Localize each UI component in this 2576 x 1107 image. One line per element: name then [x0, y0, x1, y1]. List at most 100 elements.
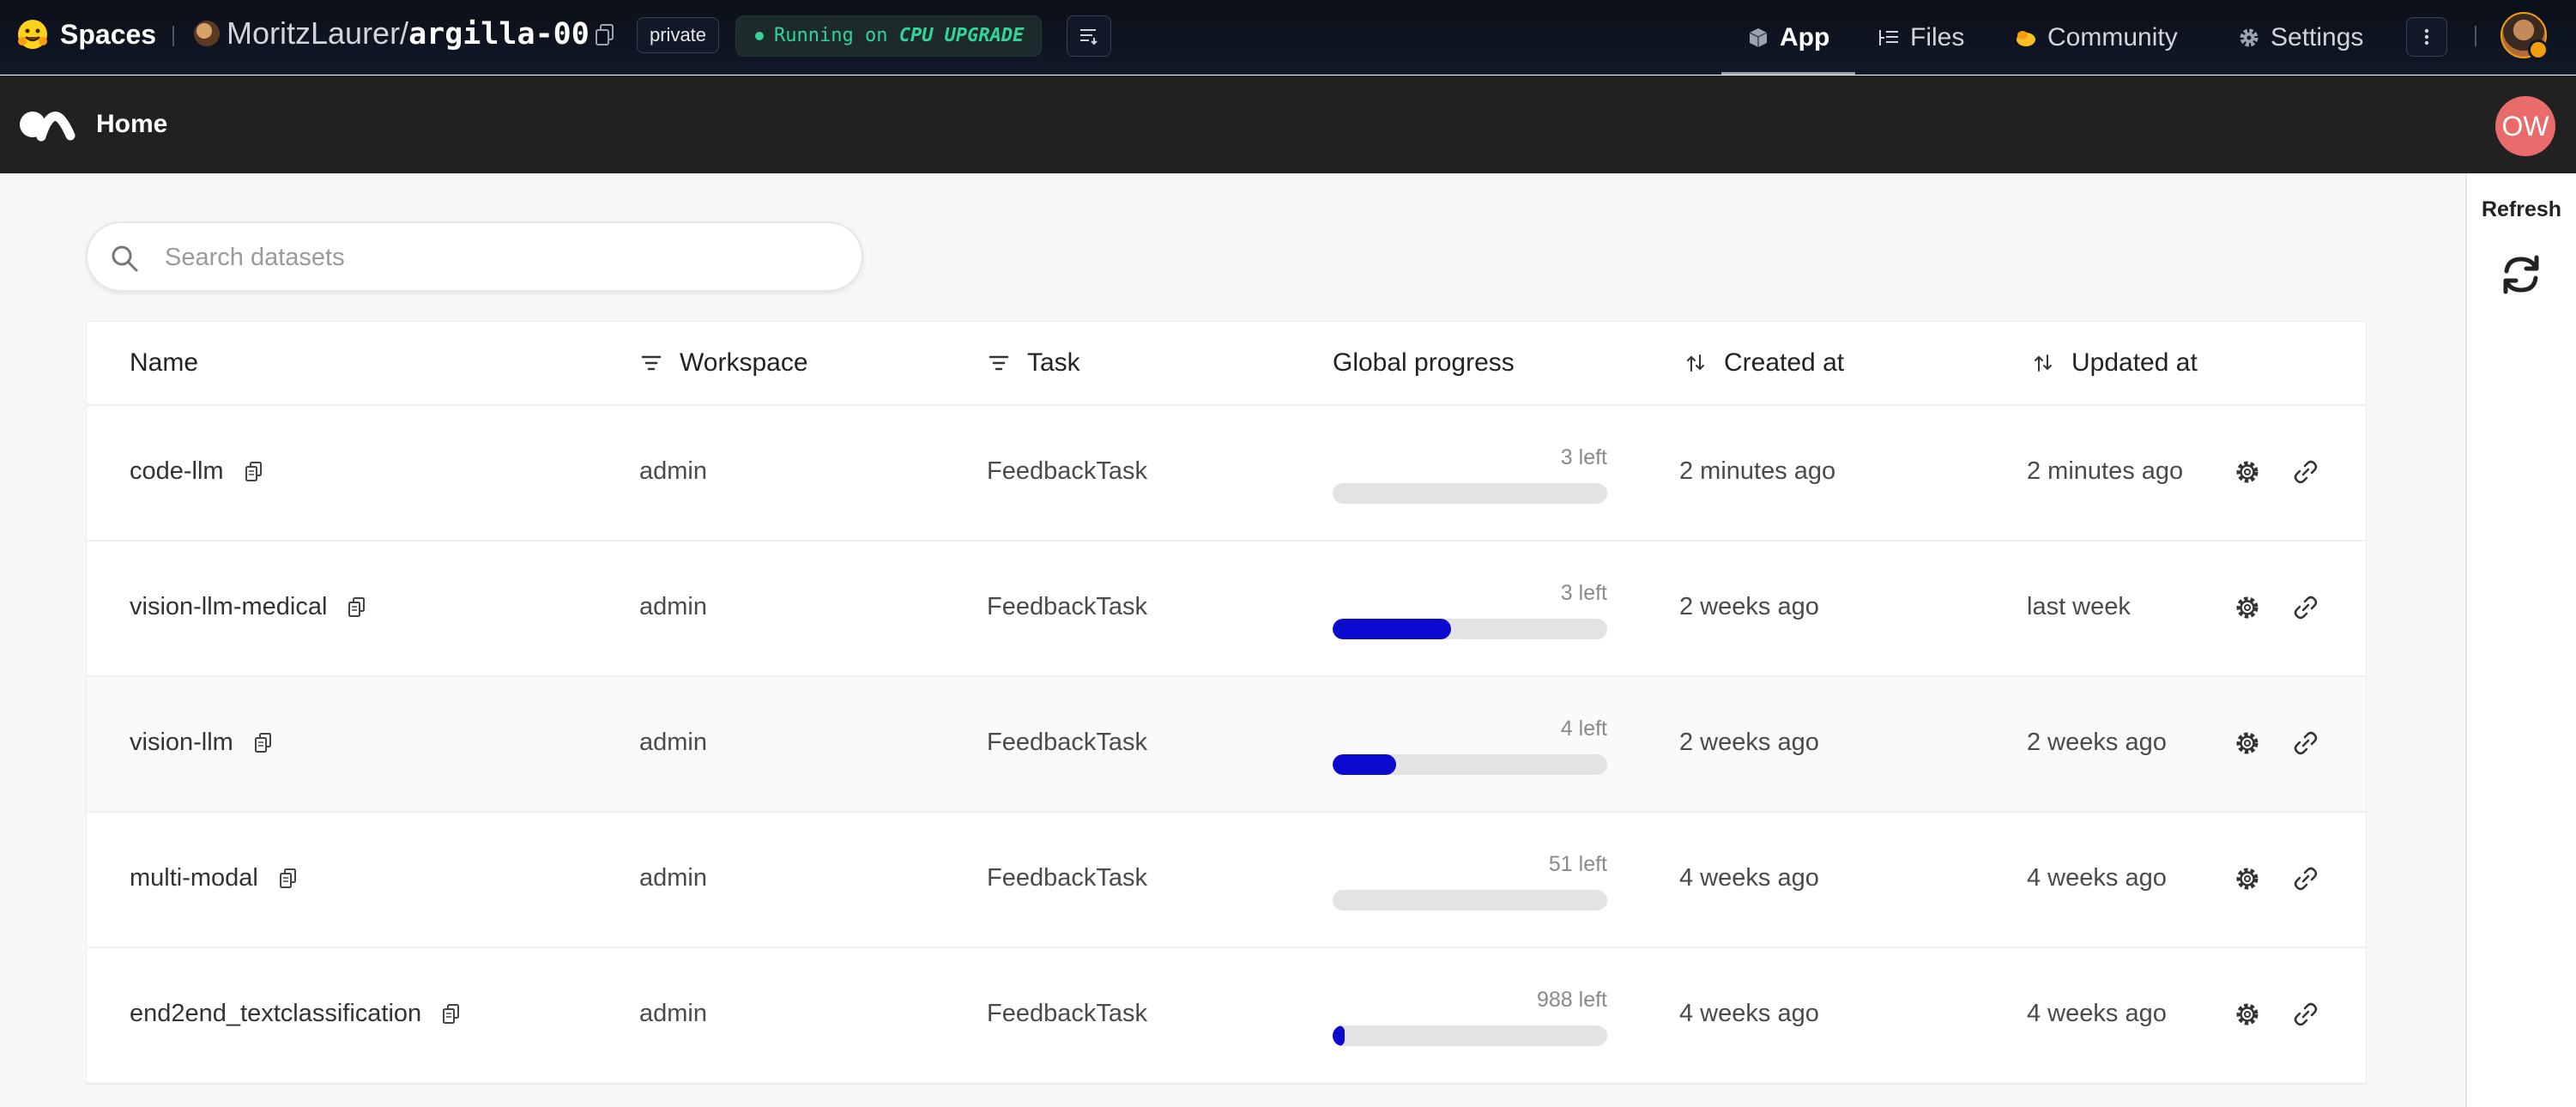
search-box[interactable]: [86, 221, 863, 292]
files-icon: [1879, 29, 1898, 45]
refresh-icon[interactable]: [2500, 252, 2543, 297]
progress-remaining: 51 left: [1548, 852, 1607, 876]
divider: [172, 26, 174, 46]
progress-remaining: 988 left: [1536, 988, 1607, 1012]
copy-icon[interactable]: [279, 868, 298, 890]
updated-cell: 2 weeks ago: [2027, 729, 2167, 756]
table-row[interactable]: multi-modal admin FeedbackTask 51 left 4…: [87, 813, 2366, 948]
progress-track: [1333, 619, 1607, 639]
column-updated-label: Updated at: [2071, 348, 2198, 377]
link-icon[interactable]: [2291, 1000, 2320, 1029]
column-created-label: Created at: [1724, 348, 1845, 377]
dataset-name[interactable]: vision-llm-medical: [130, 593, 327, 621]
dataset-name-cell[interactable]: end2end_textclassification: [130, 1000, 461, 1028]
progress-bar: 3 left: [1333, 581, 1607, 641]
search-icon: [112, 245, 138, 272]
refresh-label: Refresh: [2481, 197, 2562, 221]
dataset-settings-icon[interactable]: [2233, 1000, 2262, 1029]
column-task[interactable]: Task: [988, 346, 1080, 380]
dataset-name-cell[interactable]: multi-modal: [130, 864, 298, 892]
logs-button[interactable]: [1067, 15, 1111, 57]
table-row[interactable]: code-llm admin FeedbackTask 3 left 2 min…: [87, 406, 2366, 541]
dataset-name[interactable]: code-llm: [130, 457, 224, 486]
progress-track: [1333, 890, 1607, 910]
tab-settings[interactable]: Settings: [2238, 0, 2363, 75]
copy-icon[interactable]: [595, 23, 615, 47]
dataset-settings-icon[interactable]: [2233, 593, 2262, 622]
repo-name[interactable]: argilla-00: [408, 17, 590, 51]
user-avatar[interactable]: OW: [2495, 96, 2555, 156]
created-cell: 2 weeks ago: [1679, 593, 1819, 620]
status-badge[interactable]: Running on CPU UPGRADE: [735, 15, 1043, 57]
created-cell: 2 minutes ago: [1679, 457, 1836, 485]
column-name[interactable]: Name: [130, 346, 198, 380]
tab-app[interactable]: App: [1720, 0, 1856, 75]
app-header: Home OW: [0, 76, 2576, 173]
status-hardware: CPU UPGRADE: [898, 25, 1025, 46]
user-avatar[interactable]: [2500, 12, 2549, 60]
dataset-settings-icon[interactable]: [2233, 729, 2262, 758]
copy-icon[interactable]: [254, 732, 273, 754]
updated-cell: 4 weeks ago: [2027, 1000, 2167, 1027]
filter-icon[interactable]: [640, 352, 662, 374]
dataset-name-cell[interactable]: vision-llm: [130, 729, 273, 757]
datasets-table: Name Workspace Task Global progress Crea…: [86, 321, 2367, 1085]
tab-files[interactable]: Files: [1878, 0, 1964, 75]
progress-fill: [1333, 619, 1451, 639]
task-cell: FeedbackTask: [987, 593, 1147, 620]
table-row[interactable]: vision-llm admin FeedbackTask 4 left 2 w…: [87, 677, 2366, 813]
copy-icon[interactable]: [442, 1003, 461, 1025]
sort-icon[interactable]: [2032, 352, 2054, 374]
dataset-name[interactable]: multi-modal: [130, 864, 258, 892]
cube-icon: [1749, 27, 1768, 47]
table-row[interactable]: vision-llm-medical admin FeedbackTask 3 …: [87, 541, 2366, 677]
progress-remaining: 3 left: [1560, 445, 1607, 469]
created-cell: 4 weeks ago: [1679, 1000, 1819, 1027]
dataset-settings-icon[interactable]: [2233, 864, 2262, 893]
breadcrumb-home[interactable]: Home: [96, 110, 167, 139]
link-icon[interactable]: [2291, 729, 2320, 758]
search-input[interactable]: [163, 235, 836, 280]
task-cell: FeedbackTask: [987, 457, 1147, 485]
status-dot-icon: [755, 32, 764, 40]
copy-icon[interactable]: [245, 461, 263, 483]
hugging-face-logo-icon[interactable]: [15, 17, 50, 51]
progress-bar: 3 left: [1333, 445, 1607, 505]
tab-app-label: App: [1780, 22, 1830, 51]
table-header: Name Workspace Task Global progress Crea…: [87, 322, 2366, 406]
progress-track: [1333, 1025, 1607, 1046]
copy-icon[interactable]: [348, 596, 366, 619]
dataset-name[interactable]: end2end_textclassification: [130, 1000, 421, 1028]
repo-path[interactable]: MoritzLaurer/argilla-00: [227, 15, 590, 51]
link-icon[interactable]: [2291, 864, 2320, 893]
right-sidebar: Refresh: [2465, 173, 2576, 1107]
column-workspace[interactable]: Workspace: [640, 346, 808, 380]
argilla-logo-icon[interactable]: [15, 106, 76, 142]
tab-files-label: Files: [1910, 22, 1965, 51]
tab-settings-label: Settings: [2271, 22, 2364, 51]
tab-community[interactable]: Community: [2015, 0, 2178, 75]
hf-topbar: Spaces MoritzLaurer/argilla-00 private R…: [0, 0, 2576, 75]
task-cell: FeedbackTask: [987, 1000, 1147, 1027]
gear-icon: [2240, 28, 2259, 46]
workspace-cell: admin: [639, 1000, 707, 1027]
table-row[interactable]: end2end_textclassification admin Feedbac…: [87, 948, 2366, 1084]
link-icon[interactable]: [2291, 457, 2320, 487]
column-created[interactable]: Created at: [1684, 346, 1844, 380]
dataset-name[interactable]: vision-llm: [130, 729, 233, 757]
workspace-cell: admin: [639, 729, 707, 756]
dataset-name-cell[interactable]: code-llm: [130, 457, 263, 486]
link-icon[interactable]: [2291, 593, 2320, 622]
more-options-button[interactable]: [2406, 17, 2447, 57]
owner-name[interactable]: MoritzLaurer/: [227, 15, 408, 51]
dataset-name-cell[interactable]: vision-llm-medical: [130, 593, 366, 621]
sort-icon[interactable]: [1684, 352, 1707, 374]
column-updated[interactable]: Updated at: [2032, 346, 2198, 380]
column-progress: Global progress: [1333, 346, 1515, 380]
updated-cell: last week: [2027, 593, 2131, 620]
progress-fill: [1333, 754, 1396, 775]
kebab-icon: [2424, 28, 2429, 45]
dataset-settings-icon[interactable]: [2233, 457, 2262, 487]
spaces-link[interactable]: Spaces: [60, 19, 156, 51]
filter-icon[interactable]: [988, 352, 1010, 374]
